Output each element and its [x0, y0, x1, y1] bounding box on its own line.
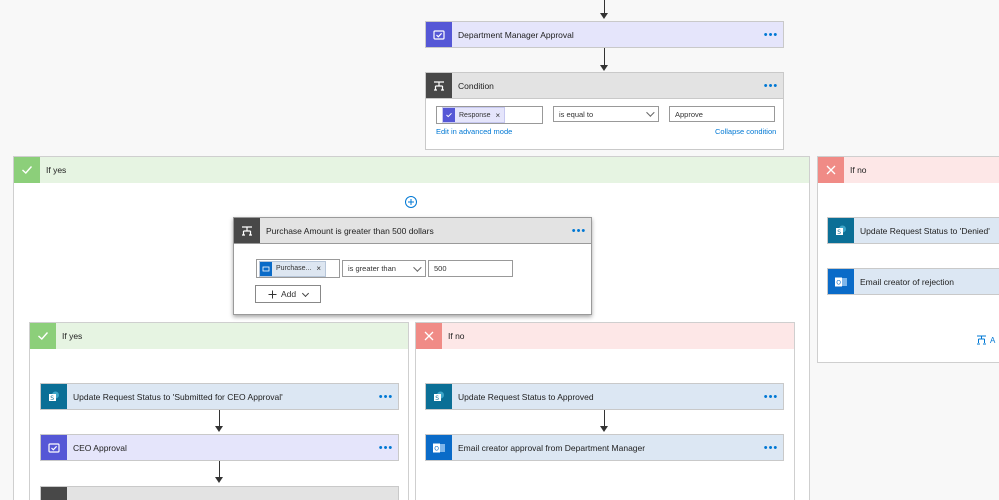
svg-text:O: O — [836, 279, 841, 286]
check-icon — [14, 157, 40, 183]
svg-text:S: S — [435, 395, 439, 402]
approval-icon — [426, 22, 452, 47]
card-title: Email creator of rejection — [860, 276, 955, 287]
more-options-button[interactable]: ••• — [759, 29, 783, 41]
card-title: Update Request Status to 'Denied' — [860, 225, 990, 236]
chevron-down-icon — [302, 289, 310, 297]
nested-value-input[interactable]: 500 — [428, 260, 513, 277]
condition-header[interactable]: Condition ••• — [425, 72, 784, 99]
more-options-button[interactable]: ••• — [374, 442, 398, 454]
condition-title: Condition — [458, 80, 494, 91]
branch-label: If yes — [62, 331, 83, 341]
token-label: Purchase... — [276, 265, 312, 272]
value-text: 500 — [434, 264, 447, 273]
more-options-button[interactable]: ••• — [374, 391, 398, 403]
approval-icon — [443, 108, 455, 122]
branch-label: If no — [850, 165, 867, 175]
condition-icon — [41, 487, 67, 500]
more-options-button[interactable]: ••• — [567, 225, 591, 237]
condition-icon — [234, 218, 260, 243]
value-text: Approve — [675, 109, 703, 119]
insert-step-button[interactable] — [405, 196, 417, 208]
condition-icon — [426, 73, 452, 98]
update-status-ceo-card[interactable]: S Update Request Status to 'Submitted fo… — [40, 383, 399, 410]
add-button[interactable]: Add — [255, 285, 321, 303]
card-title: Department Manager Approval — [458, 29, 574, 40]
approval-icon — [41, 435, 67, 460]
connector-line — [219, 461, 220, 478]
nested-left-operand[interactable]: Purchase... × — [256, 259, 340, 278]
svg-text:S: S — [837, 229, 841, 236]
close-icon — [416, 323, 442, 349]
chevron-down-icon — [646, 108, 655, 117]
collapse-condition-link[interactable]: Collapse condition — [715, 127, 776, 136]
close-icon — [818, 157, 844, 183]
plus-icon — [268, 290, 277, 298]
card-title: CEO Approval — [73, 442, 127, 453]
connector-arrow — [600, 426, 608, 432]
more-options-button[interactable]: ••• — [759, 391, 783, 403]
connector-arrow — [600, 65, 608, 71]
purchase-token[interactable]: Purchase... × — [259, 260, 327, 277]
branch-header: If no — [416, 323, 794, 349]
connector-line — [604, 410, 605, 427]
operator-value: is greater than — [348, 264, 396, 273]
check-icon — [30, 323, 56, 349]
connector-arrow — [215, 477, 223, 483]
plus-icon — [408, 199, 414, 205]
branch-label: If no — [448, 331, 465, 341]
nested-condition-header[interactable]: Purchase Amount is greater than 500 doll… — [233, 217, 592, 244]
inner-if-no-branch: If no — [415, 322, 795, 500]
token-label: Response — [459, 111, 491, 119]
card-title: Update Request Status to 'Submitted for … — [73, 391, 283, 402]
edit-advanced-mode-link[interactable]: Edit in advanced mode — [436, 127, 512, 136]
connector-arrow — [600, 13, 608, 19]
svg-text:O: O — [434, 445, 439, 452]
update-status-approved-card[interactable]: S Update Request Status to Approved ••• — [425, 383, 784, 410]
nested-condition-title: Purchase Amount is greater than 500 doll… — [266, 225, 434, 236]
condition-value-input[interactable]: Approve — [669, 106, 775, 122]
nested-operator-select[interactable]: is greater than — [342, 260, 426, 277]
email-creator-rejection-card[interactable]: O Email creator of rejection — [827, 268, 999, 295]
operator-select[interactable]: is equal to — [553, 106, 659, 122]
sharepoint-icon: S — [41, 384, 67, 409]
add-action-label: A — [990, 335, 996, 345]
sharepoint-icon: S — [426, 384, 452, 409]
outlook-icon: O — [426, 435, 452, 460]
connector-arrow — [215, 426, 223, 432]
more-options-button[interactable]: ••• — [759, 80, 783, 92]
email-creator-approval-card[interactable]: O Email creator approval from Department… — [425, 434, 784, 461]
dm-approval-card[interactable]: Department Manager Approval ••• — [425, 21, 784, 48]
response-token[interactable]: Response × — [442, 107, 506, 123]
remove-token-icon[interactable]: × — [496, 111, 501, 120]
card-title: Email creator approval from Department M… — [458, 442, 646, 453]
outlook-icon — [260, 261, 272, 276]
card-title: Update Request Status to Approved — [458, 391, 594, 402]
branch-header: If no — [818, 157, 999, 183]
branch-label: If yes — [46, 165, 67, 175]
condition-left-operand[interactable]: Response × — [436, 106, 543, 124]
more-options-button[interactable]: ••• — [759, 442, 783, 454]
condition-icon — [977, 335, 986, 345]
connector-line — [604, 48, 605, 66]
ceo-approval-card[interactable]: CEO Approval ••• — [40, 434, 399, 461]
sharepoint-icon: S — [828, 218, 854, 243]
outlook-icon: O — [828, 269, 854, 294]
chevron-down-icon — [413, 262, 422, 272]
svg-text:S: S — [50, 395, 54, 402]
connector-line — [219, 410, 220, 427]
operator-value: is equal to — [559, 109, 594, 119]
connector-line — [604, 0, 605, 14]
add-label: Add — [280, 289, 297, 299]
update-status-denied-card[interactable]: S Update Request Status to 'Denied' — [827, 217, 999, 244]
if-no-branch: If no — [817, 156, 999, 363]
branch-header: If yes — [30, 323, 408, 349]
add-action-button-partial[interactable]: A — [976, 334, 995, 346]
next-step-card-partial[interactable] — [40, 486, 399, 500]
remove-token-icon[interactable]: × — [316, 264, 321, 273]
branch-header: If yes — [14, 157, 809, 183]
